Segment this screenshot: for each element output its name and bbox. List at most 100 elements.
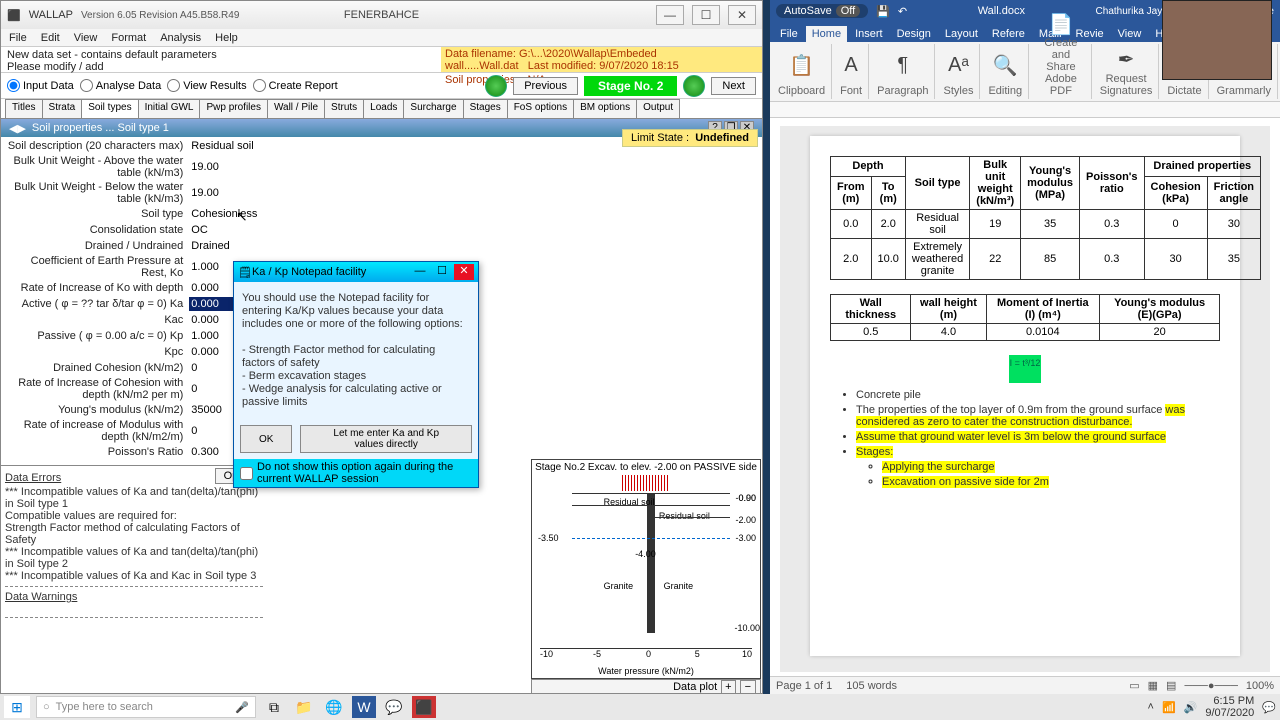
tab-bm[interactable]: BM options — [573, 99, 637, 118]
tab-strata[interactable]: Strata — [42, 99, 83, 118]
menu-format[interactable]: Format — [111, 32, 146, 44]
mode-view[interactable]: View Results — [167, 79, 246, 92]
styles-icon[interactable]: Aᵃ — [943, 46, 973, 85]
group-paragraph[interactable]: ¶Paragraph — [871, 44, 935, 99]
property-row[interactable]: Rate of increase of Modulus with depth (… — [3, 419, 265, 443]
tab-references[interactable]: Refere — [986, 26, 1031, 42]
menu-edit[interactable]: Edit — [41, 32, 60, 44]
property-value[interactable]: 19.00 — [189, 155, 265, 179]
property-value[interactable]: Residual soil — [189, 139, 265, 153]
dialog-minimize[interactable]: — — [410, 264, 430, 280]
document-area[interactable]: Depth Soil type Bulk unit weight (kN/m³)… — [780, 126, 1270, 672]
sign-icon[interactable]: ✒ — [1100, 46, 1153, 73]
tab-titles[interactable]: Titles — [5, 99, 43, 118]
tab-soiltypes[interactable]: Soil types — [81, 99, 138, 118]
close-button[interactable]: ✕ — [728, 5, 756, 25]
paste-icon[interactable]: 📋 — [778, 46, 825, 85]
property-row[interactable]: Kac0.000 — [3, 313, 265, 327]
property-row[interactable]: Young's modulus (kN/m2)35000 — [3, 403, 265, 417]
dialog-maximize[interactable]: ☐ — [432, 264, 452, 280]
tab-view-word[interactable]: View — [1112, 26, 1148, 42]
tab-initialgwl[interactable]: Initial GWL — [138, 99, 201, 118]
tab-file[interactable]: File — [774, 26, 804, 42]
save-icon[interactable]: 💾 — [876, 5, 890, 18]
tab-stages[interactable]: Stages — [463, 99, 508, 118]
maximize-button[interactable]: ☐ — [692, 5, 720, 25]
property-row[interactable]: Rate of Increase of Cohesion with depth … — [3, 377, 265, 401]
tab-loads[interactable]: Loads — [363, 99, 404, 118]
next-arrow-icon[interactable] — [683, 75, 705, 97]
word-count[interactable]: 105 words — [846, 680, 897, 692]
explorer-icon[interactable]: 📁 — [292, 696, 316, 718]
property-row[interactable]: Passive ( φ = 0.00 a/c = 0) Kp1.000 — [3, 329, 265, 343]
mode-analyse[interactable]: Analyse Data — [80, 79, 161, 92]
dialog-close[interactable]: ✕ — [454, 264, 474, 280]
group-adobe[interactable]: 📄Create and Share Adobe PDF — [1031, 44, 1092, 99]
notifications-icon[interactable]: 💬 — [1262, 701, 1276, 714]
ruler[interactable] — [770, 102, 1280, 118]
zoom-level[interactable]: 100% — [1246, 680, 1274, 692]
menu-view[interactable]: View — [74, 32, 98, 44]
property-value[interactable]: OC — [189, 223, 265, 237]
tab-fos[interactable]: FoS options — [507, 99, 574, 118]
group-styles[interactable]: AᵃStyles — [937, 44, 980, 99]
autosave-toggle[interactable]: AutoSave Off — [776, 4, 868, 18]
task-view-icon[interactable]: ⧉ — [262, 696, 286, 718]
tab-surcharge[interactable]: Surcharge — [403, 99, 463, 118]
tab-struts[interactable]: Struts — [324, 99, 364, 118]
menu-file[interactable]: File — [9, 32, 27, 44]
paragraph-icon[interactable]: ¶ — [877, 46, 928, 85]
next-button[interactable]: Next — [711, 77, 756, 95]
dialog-ok-button[interactable]: OK — [240, 425, 292, 453]
find-icon[interactable]: 🔍 — [988, 46, 1022, 85]
teams-icon[interactable]: 💬 — [382, 696, 406, 718]
dialog-direct-button[interactable]: Let me enter Ka and Kp values directly — [300, 425, 472, 453]
tab-design[interactable]: Design — [891, 26, 937, 42]
plot-plus-button[interactable]: + — [721, 680, 735, 694]
menu-analysis[interactable]: Analysis — [160, 32, 201, 44]
property-value[interactable]: 19.00 — [189, 181, 265, 205]
volume-icon[interactable]: 🔊 — [1184, 701, 1198, 714]
page-count[interactable]: Page 1 of 1 — [776, 680, 832, 692]
clock-time[interactable]: 6:15 PM — [1205, 695, 1254, 707]
view-web-icon[interactable]: ▤ — [1166, 679, 1176, 692]
property-row[interactable]: Coefficient of Earth Pressure at Rest, K… — [3, 255, 265, 279]
property-row[interactable]: Poisson's Ratio0.300 — [3, 445, 265, 459]
tab-pwp[interactable]: Pwp profiles — [199, 99, 267, 118]
property-row[interactable]: Rate of Increase of Ko with depth0.000 — [3, 281, 265, 295]
group-font[interactable]: AFont — [834, 44, 869, 99]
property-value[interactable]: Drained — [189, 239, 265, 253]
taskbar-search[interactable]: ○ Type here to search 🎤 — [36, 696, 256, 718]
property-row[interactable]: Drained Cohesion (kN/m2)0 — [3, 361, 265, 375]
property-row[interactable]: Bulk Unit Weight - Above the water table… — [3, 155, 265, 179]
system-tray[interactable]: ˄ 📶 🔊 6:15 PM 9/07/2020 💬 — [1148, 695, 1276, 719]
mic-icon[interactable]: 🎤 — [235, 701, 249, 714]
group-signatures[interactable]: ✒Request Signatures — [1094, 44, 1160, 99]
font-icon[interactable]: A — [840, 46, 862, 85]
menu-help[interactable]: Help — [215, 32, 238, 44]
undo-icon[interactable]: ↶ — [898, 5, 907, 18]
mode-input[interactable]: Input Data — [7, 79, 74, 92]
word-taskbar-icon[interactable]: W — [352, 696, 376, 718]
dialog-footer[interactable]: Do not show this option again during the… — [234, 459, 478, 487]
view-print-icon[interactable]: ▦ — [1148, 679, 1158, 692]
prev-button[interactable]: Previous — [513, 77, 578, 95]
minimize-button[interactable]: — — [656, 5, 684, 25]
plot-minus-button[interactable]: − — [740, 680, 756, 694]
group-clipboard[interactable]: 📋Clipboard — [772, 44, 832, 99]
clock-date[interactable]: 9/07/2020 — [1205, 707, 1254, 719]
dont-show-checkbox[interactable] — [240, 467, 253, 480]
property-row[interactable]: Bulk Unit Weight - Below the water table… — [3, 181, 265, 205]
property-row[interactable]: Kpc0.000 — [3, 345, 265, 359]
group-editing[interactable]: 🔍Editing — [982, 44, 1029, 99]
property-value[interactable]: Cohesionless — [189, 207, 265, 221]
tab-wallpile[interactable]: Wall / Pile — [267, 99, 325, 118]
tab-output[interactable]: Output — [636, 99, 680, 118]
network-icon[interactable]: 📶 — [1162, 701, 1176, 714]
chrome-icon[interactable]: 🌐 — [322, 696, 346, 718]
soil-panel-arrows[interactable]: ◀▶ — [9, 122, 26, 135]
property-row[interactable]: Active ( φ = ?? tar δ/tar φ = 0) Ka0.000 — [3, 297, 265, 311]
tab-insert[interactable]: Insert — [849, 26, 889, 42]
property-row[interactable]: Consolidation stateOC — [3, 223, 265, 237]
start-button[interactable]: ⊞ — [4, 696, 30, 718]
